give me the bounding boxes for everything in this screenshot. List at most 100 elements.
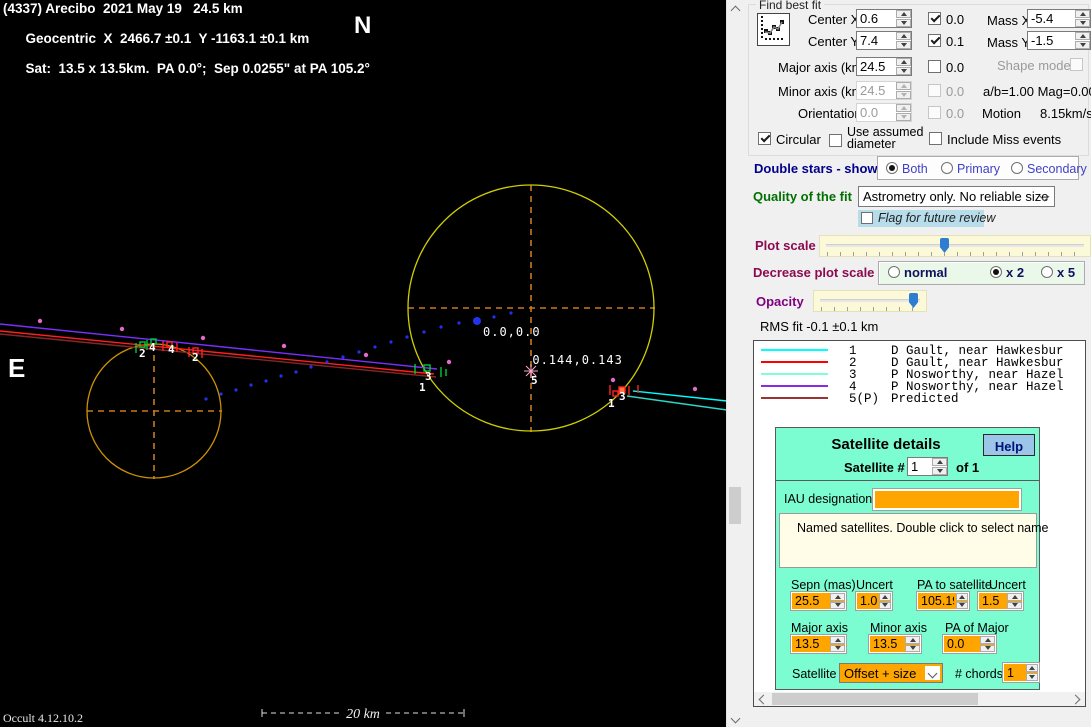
major-axis-fit-checkbox[interactable] [928, 60, 941, 73]
spin-up-icon[interactable] [1026, 664, 1038, 672]
find-best-fit-button[interactable] [757, 13, 790, 46]
vertical-scrollbar[interactable] [726, 0, 744, 727]
spin-up-icon[interactable] [896, 10, 911, 18]
satellite-number-spinner[interactable] [932, 458, 947, 475]
spin-up-icon[interactable] [1075, 32, 1090, 40]
spin-down-icon[interactable] [896, 41, 911, 49]
sepn-uncert-spinner[interactable] [879, 593, 891, 609]
scroll-up-button[interactable] [727, 0, 744, 17]
scale-x5-radio[interactable] [1041, 266, 1053, 278]
scroll-left-button[interactable] [754, 692, 770, 706]
horizontal-scroll-thumb[interactable] [772, 693, 978, 705]
spin-down-icon[interactable] [956, 602, 968, 610]
svg-text:1: 1 [419, 381, 426, 394]
center-x-fit-checkbox[interactable] [928, 12, 941, 25]
scroll-right-button[interactable] [1069, 692, 1085, 706]
use-assumed-diameter-checkbox[interactable] [829, 134, 842, 147]
svg-text:5: 5 [531, 374, 538, 387]
spin-up-icon[interactable] [932, 458, 947, 466]
spin[interactable] [1026, 664, 1038, 681]
center-x-spinner[interactable] [896, 10, 911, 27]
sat-pa-major-label: PA of Major [945, 621, 1009, 635]
spin-down-icon[interactable] [830, 602, 845, 610]
include-miss-events-checkbox[interactable] [929, 132, 942, 145]
scroll-down-button[interactable] [727, 710, 744, 727]
slider-track[interactable] [826, 244, 1084, 247]
spin-up-icon[interactable] [1007, 593, 1022, 601]
double-stars-secondary-label: Secondary [1027, 162, 1087, 176]
spin-down-icon[interactable] [905, 645, 920, 653]
legend-line-swatch [761, 373, 828, 375]
plot-scale-slider-thumb[interactable] [940, 238, 949, 253]
spin-down-icon[interactable] [896, 19, 911, 27]
spin-up-icon[interactable] [896, 32, 911, 40]
dropdown-button[interactable] [925, 666, 940, 680]
help-button[interactable]: Help [983, 434, 1035, 456]
legend-line-swatch [761, 349, 828, 351]
spin[interactable] [830, 636, 845, 652]
spin-down-icon[interactable] [879, 602, 891, 610]
scale-normal-radio[interactable] [888, 266, 900, 278]
spin-up-icon[interactable] [956, 593, 968, 601]
double-stars-secondary-radio[interactable] [1011, 162, 1023, 174]
quality-of-fit-dropdown[interactable]: Astrometry only. No reliable size [858, 186, 1055, 207]
center-y-spinner[interactable] [896, 32, 911, 49]
spin-down-icon[interactable] [896, 67, 911, 75]
spin[interactable] [980, 636, 995, 652]
spin-down-icon[interactable] [1007, 602, 1022, 610]
spin-down-icon[interactable] [830, 645, 845, 653]
opacity-slider[interactable] [813, 290, 927, 312]
center-y-fit-checkbox[interactable] [928, 34, 941, 47]
vertical-scroll-thumb[interactable] [729, 487, 741, 524]
spin-up-icon[interactable] [879, 593, 891, 601]
spin-up-icon[interactable] [980, 636, 995, 644]
satellite-fit-dropdown[interactable]: Offset + size [839, 663, 943, 683]
scale-x2-radio[interactable] [990, 266, 1002, 278]
mass-y-stepper [1027, 31, 1091, 50]
opacity-slider-thumb[interactable] [909, 293, 918, 308]
major-axis-spinner[interactable] [896, 58, 911, 75]
spin-down-icon[interactable] [932, 467, 947, 475]
dropdown-button[interactable] [1037, 189, 1052, 204]
iau-designation-input[interactable] [873, 489, 1021, 510]
circular-checkbox[interactable] [758, 132, 771, 145]
sat-major-axis-label: Major axis [791, 621, 848, 635]
mass-y-spinner[interactable] [1075, 32, 1090, 49]
pa-spinner[interactable] [956, 593, 968, 609]
double-stars-both-radio[interactable] [886, 162, 898, 174]
named-satellites-listbox[interactable]: Named satellites. Double click to select… [779, 513, 1037, 568]
spin-up-icon[interactable] [905, 636, 920, 644]
spin-down-icon[interactable] [1026, 673, 1038, 681]
find-best-fit-group-label: Find best fit [756, 0, 824, 12]
sepn-spinner[interactable] [830, 593, 845, 609]
spin[interactable] [905, 636, 920, 652]
mass-x-spinner[interactable] [1075, 10, 1090, 27]
spin-up-icon[interactable] [896, 58, 911, 66]
ab-mag-readout: a/b=1.00 Mag=0.00 [983, 84, 1091, 99]
plot-scale-slider[interactable] [819, 235, 1091, 257]
spin-up-icon[interactable] [830, 636, 845, 644]
spin-up-icon[interactable] [1075, 10, 1090, 18]
satellite-of-label: of 1 [956, 460, 979, 475]
double-stars-primary-radio[interactable] [941, 162, 953, 174]
center-y-label: Center Y [808, 34, 859, 49]
center-x-sigma-label: 0.0 [946, 12, 964, 27]
spin-up-icon[interactable] [830, 593, 845, 601]
sat-major-axis-stepper [791, 635, 846, 653]
flag-review-checkbox[interactable] [861, 212, 873, 224]
slider-track[interactable] [820, 299, 920, 302]
scale-bar: 20 km [262, 707, 464, 722]
svg-text:4: 4 [168, 343, 175, 356]
horizontal-scrollbar[interactable] [754, 692, 1085, 706]
plot-title-line3: Sat: 13.5 x 13.5km. PA 0.0°; Sep 0.0255"… [26, 61, 370, 76]
center-x-label: Center X [808, 12, 859, 27]
spin-down-icon[interactable] [1075, 19, 1090, 27]
pa-uncert-spinner[interactable] [1007, 593, 1022, 609]
spin-down-icon[interactable] [1075, 41, 1090, 49]
plot-area[interactable]: 2 4 4 2 3 1 3 1 5 20 km (4337) Arecibo 2… [0, 0, 727, 727]
sat-minor-axis-stepper [869, 635, 921, 653]
shape-model-checkbox[interactable] [1070, 58, 1083, 71]
plot-title-line1: (4337) Arecibo 2021 May 19 24.5 km [3, 1, 243, 16]
spin-down-icon[interactable] [980, 645, 995, 653]
observer-number: 5(P) [849, 392, 879, 406]
